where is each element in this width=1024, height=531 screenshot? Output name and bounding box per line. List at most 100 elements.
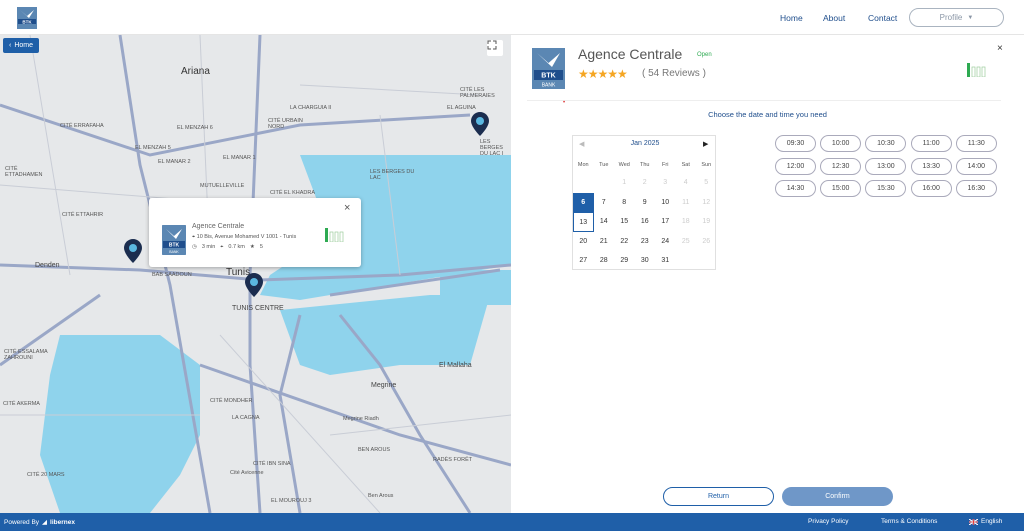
- map-label: LA CHARGUIA II: [290, 105, 332, 111]
- calendar-day[interactable]: 13: [573, 212, 594, 232]
- profile-dropdown[interactable]: Profile ▼: [909, 8, 1004, 27]
- btk-logo: BTK BANK: [162, 225, 186, 255]
- home-button[interactable]: ‹ Home: [3, 38, 40, 53]
- time-slot-button[interactable]: 12:00: [775, 157, 816, 175]
- time-slot-button[interactable]: 11:30: [955, 135, 997, 152]
- return-button[interactable]: Return: [663, 487, 774, 506]
- svg-text:BANK: BANK: [169, 250, 179, 254]
- calendar-day[interactable]: 9: [635, 193, 656, 213]
- map-label: Megrine Riadh: [343, 416, 379, 422]
- calendar-day[interactable]: 31: [655, 251, 676, 271]
- nav-home[interactable]: Home: [780, 0, 803, 35]
- calendar-day: 26: [702, 237, 711, 245]
- calendar-day: 11: [682, 198, 690, 206]
- weekday-label: Wed: [618, 162, 630, 168]
- calendar-day[interactable]: 17: [655, 212, 676, 232]
- calendar-day[interactable]: 24: [655, 232, 676, 252]
- distance-icon: ⌖: [220, 244, 224, 250]
- time-slot-button[interactable]: 12:30: [820, 157, 862, 175]
- time-slot-button[interactable]: 10:30: [865, 135, 907, 152]
- confirm-button[interactable]: Confirm: [782, 487, 893, 506]
- close-icon[interactable]: ×: [344, 202, 350, 214]
- close-icon[interactable]: ×: [997, 43, 1003, 54]
- calendar-day[interactable]: 21: [594, 232, 615, 252]
- divider: [527, 100, 1001, 101]
- calendar-day[interactable]: 28: [594, 251, 615, 271]
- profile-label: Profile: [939, 13, 963, 22]
- privacy-link[interactable]: Privacy Policy: [808, 518, 848, 525]
- popup-address-text: 10 Bis, Avenue Mohamed V 1001 - Tunis: [196, 234, 297, 240]
- calendar-day[interactable]: 30: [635, 251, 656, 271]
- map-label: BEN AROUS: [358, 447, 391, 453]
- map-label: TUNIS CENTRE: [232, 305, 284, 312]
- reviews-count[interactable]: ( 54 Reviews ): [642, 68, 706, 79]
- map-view[interactable]: ‹ Home Ariana Tunis CITÉ ERRAFAHA EL MEN…: [0, 35, 511, 513]
- calendar-day[interactable]: 7: [594, 193, 615, 213]
- date-calendar: ◀ Jan 2025 ▶ Mon Tue Wed Thu Fri Sat Sun 1 2 3 4 5 6…: [572, 135, 716, 270]
- time-slot-button[interactable]: 15:00: [820, 180, 862, 197]
- map-label: EL MANAR 1: [223, 155, 256, 161]
- map-label: Megrine: [371, 382, 397, 389]
- fullscreen-icon[interactable]: [487, 40, 503, 56]
- next-month-icon[interactable]: ▶: [703, 140, 708, 148]
- time-slot-button[interactable]: 14:30: [775, 180, 816, 197]
- calendar-day: 4: [683, 179, 688, 186]
- calendar-day[interactable]: 6: [573, 192, 594, 212]
- time-slot-button[interactable]: 15:30: [865, 180, 907, 197]
- calendar-day[interactable]: 10: [655, 193, 676, 213]
- svg-text:BTK: BTK: [169, 243, 180, 249]
- powered-label: Powered By: [4, 518, 40, 526]
- booking-prompt: Choose the date and time you need: [708, 110, 827, 119]
- required-marker: •: [563, 100, 566, 106]
- agency-panel: BTK BANK Agence Centrale Open ★★★★★ ( 54…: [511, 35, 1024, 513]
- map-label: CITÉ 20 MARS: [27, 472, 65, 478]
- language-selector[interactable]: English: [969, 518, 1002, 525]
- nav-contact[interactable]: Contact: [868, 0, 897, 35]
- calendar-day[interactable]: 15: [614, 212, 635, 232]
- map-label: Ben Arous: [368, 493, 394, 499]
- calendar-day[interactable]: 29: [614, 251, 635, 271]
- time-slot-button[interactable]: 10:00: [820, 135, 862, 152]
- footer: Powered By ◢ libernex Privacy Policy Ter…: [0, 513, 1024, 531]
- time-slot-button[interactable]: 16:00: [910, 180, 952, 197]
- time-slot-button[interactable]: 13:30: [910, 157, 952, 175]
- nav-about[interactable]: About: [823, 0, 845, 35]
- map-label: El Mallaha: [439, 362, 472, 369]
- calendar-day[interactable]: 23: [635, 232, 656, 252]
- map-label-ariana: Ariana: [181, 66, 210, 77]
- map-label: CITÉ ETTADHAMEN: [5, 166, 43, 178]
- calendar-day[interactable]: 27: [573, 251, 594, 271]
- home-label: Home: [14, 42, 34, 49]
- btk-logo[interactable]: BTK: [17, 7, 37, 29]
- weekday-label: Mon: [577, 162, 589, 168]
- time-slot-button[interactable]: 13:00: [865, 157, 907, 175]
- map-label: CITÉ MONDHER: [210, 398, 253, 404]
- agency-map-popup[interactable]: BTK BANK Agence Centrale ⌖ 10 Bis, Avenu…: [149, 198, 361, 267]
- time-slot-button[interactable]: 16:30: [955, 180, 997, 197]
- brand-name: libernex: [50, 518, 75, 526]
- map-label: LA CAGNA: [232, 415, 260, 421]
- map-pin-icon[interactable]: [124, 239, 142, 263]
- popup-agency-name: Agence Centrale: [192, 223, 245, 230]
- calendar-day: 3: [663, 179, 668, 186]
- calendar-day[interactable]: 22: [614, 232, 635, 252]
- time-slot-button[interactable]: 11:00: [910, 135, 952, 152]
- popup-rating: 5: [259, 244, 263, 250]
- open-status: Open: [697, 52, 712, 58]
- time-slot-button[interactable]: 09:30: [775, 135, 816, 152]
- map-label: CITÉ ESSALAMA ZAHROUNI: [4, 349, 48, 361]
- map-pin-icon[interactable]: [245, 273, 263, 297]
- powered-by: Powered By ◢ libernex: [4, 518, 75, 527]
- chevron-left-icon: ‹: [9, 42, 12, 49]
- map-label: EL MENZAH 5: [135, 145, 171, 151]
- clock-icon: ◷: [192, 244, 197, 250]
- calendar-day[interactable]: 8: [614, 193, 635, 213]
- terms-link[interactable]: Terms & Conditions: [881, 518, 937, 525]
- calendar-day[interactable]: 14: [594, 212, 615, 232]
- map-pin-icon[interactable]: [471, 112, 489, 136]
- calendar-day[interactable]: 20: [573, 232, 594, 252]
- time-slot-button[interactable]: 14:00: [955, 157, 997, 175]
- map-label: CITÉ URBAIN NORD: [268, 118, 303, 130]
- calendar-month: Jan 2025: [630, 140, 660, 147]
- calendar-day[interactable]: 16: [635, 212, 656, 232]
